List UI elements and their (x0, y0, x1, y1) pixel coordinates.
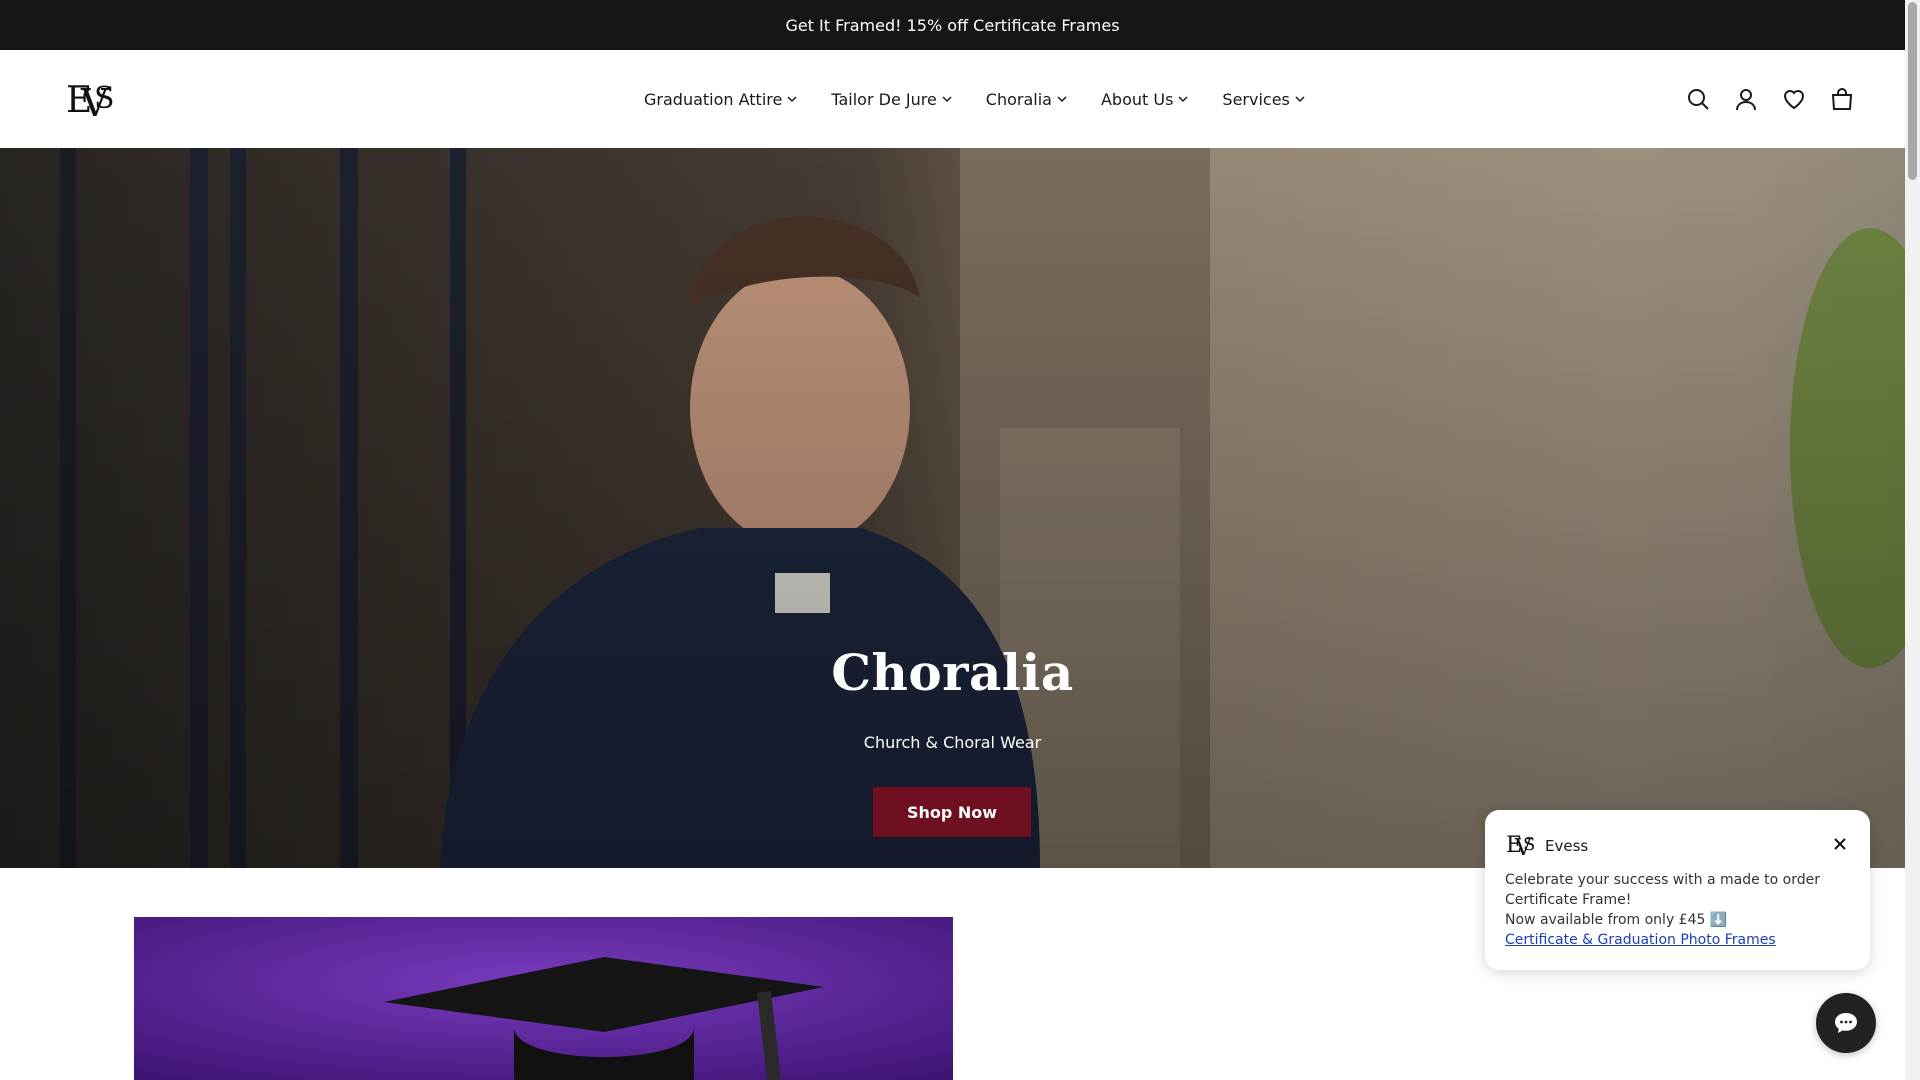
main-nav: Graduation Attire Tailor De Jure Chorali… (644, 50, 1339, 148)
nav-services[interactable]: Services (1222, 90, 1305, 109)
popup-message: Celebrate your success with a made to or… (1505, 870, 1855, 950)
nav-about-us[interactable]: About Us (1101, 90, 1189, 109)
nav-choralia[interactable]: Choralia (986, 90, 1068, 109)
chat-button[interactable] (1816, 993, 1876, 1053)
evs-logo[interactable]: E V S (64, 72, 116, 124)
chevron-down-icon (1057, 96, 1067, 103)
chevron-down-icon (787, 96, 797, 103)
graduation-cap-image[interactable] (134, 917, 953, 1080)
announcement-bar[interactable]: Get It Framed! 15% off Certificate Frame… (0, 0, 1905, 50)
site-header: E V S Graduation Attire Tailor De Jure C… (0, 50, 1905, 148)
scrollbar-thumb[interactable] (1908, 2, 1917, 180)
popup-brand-name: Evess (1545, 837, 1589, 855)
close-icon[interactable] (1832, 836, 1848, 852)
svg-text:S: S (1523, 834, 1535, 855)
account-icon[interactable] (1734, 87, 1758, 111)
cart-bag-icon[interactable] (1830, 87, 1854, 111)
nav-label: About Us (1100, 89, 1174, 109)
nav-label: Tailor De Jure (831, 89, 937, 109)
nav-graduation-attire[interactable]: Graduation Attire (644, 90, 798, 109)
wishlist-heart-icon[interactable] (1782, 87, 1806, 111)
hero-background-image (0, 148, 1905, 868)
chevron-down-icon (942, 96, 952, 103)
search-icon[interactable] (1686, 87, 1710, 111)
shop-now-button[interactable]: Shop Now (873, 787, 1031, 837)
page: Get It Framed! 15% off Certificate Frame… (0, 0, 1920, 1080)
hero-subtitle: Church & Choral Wear (863, 733, 1042, 752)
announcement-text[interactable]: Get It Framed! 15% off Certificate Frame… (785, 16, 1119, 35)
chevron-down-icon (1295, 96, 1305, 103)
nav-tailor-de-jure[interactable]: Tailor De Jure (831, 90, 952, 109)
certificate-frames-link[interactable]: Certificate & Graduation Photo Frames (1505, 930, 1855, 950)
hero-title: Choralia (831, 643, 1074, 702)
nav-label: Services (1222, 89, 1290, 109)
promo-popup: E V S Evess Celebrate your success with … (1485, 810, 1870, 970)
svg-text:S: S (94, 81, 115, 116)
chevron-down-icon (1178, 96, 1188, 103)
nav-label: Graduation Attire (644, 89, 783, 109)
hero-banner[interactable]: Choralia Church & Choral Wear Shop Now (0, 148, 1905, 868)
popup-line-2: Now available from only £45 ⬇️ (1505, 912, 1728, 928)
nav-label: Choralia (985, 89, 1052, 109)
page-scrollbar[interactable] (1905, 0, 1920, 1080)
chat-bubble-icon (1835, 1013, 1857, 1033)
graduation-cap-picture (134, 917, 953, 1080)
header-icons (1686, 50, 1854, 148)
evs-logo-small: E V S (1506, 833, 1535, 860)
popup-line-1: Celebrate your success with a made to or… (1505, 872, 1820, 908)
